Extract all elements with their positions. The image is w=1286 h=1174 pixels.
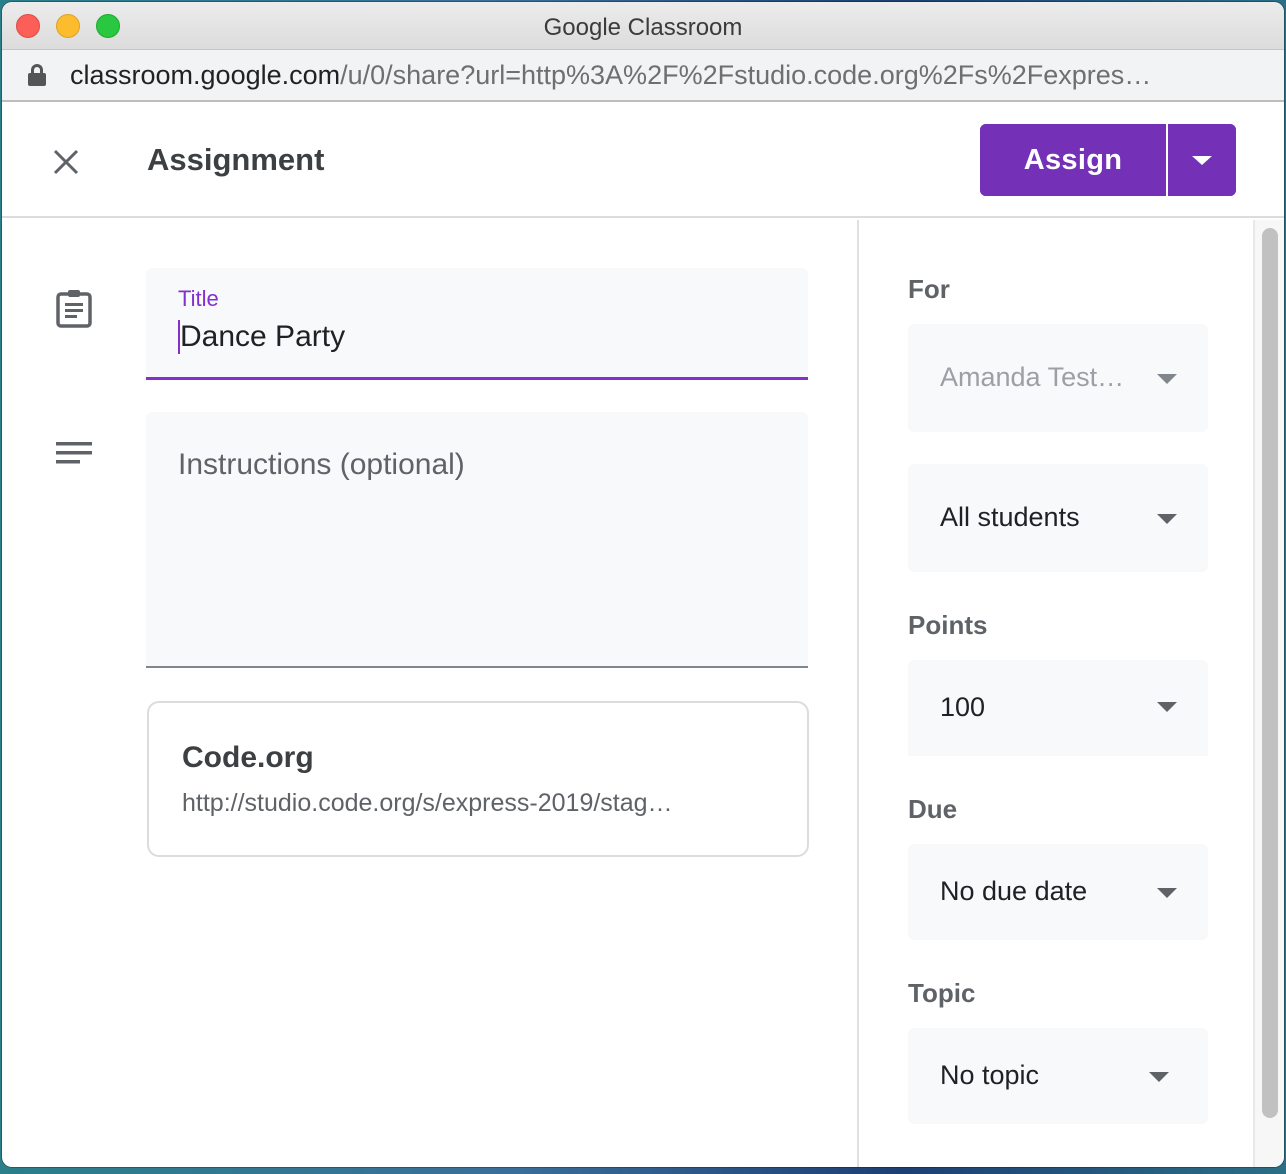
students-select-value: All students <box>940 502 1080 532</box>
assign-split-button: Assign <box>980 124 1236 196</box>
caret-down-icon <box>1157 888 1177 898</box>
caret-down-icon <box>1157 702 1177 712</box>
address-bar[interactable]: classroom.google.com/u/0/share?url=http%… <box>2 50 1284 102</box>
for-label: For <box>908 274 950 304</box>
class-select-value: Amanda Test… <box>940 362 1125 392</box>
instructions-placeholder: Instructions (optional) <box>178 448 465 481</box>
points-select[interactable]: 100 <box>908 660 1208 756</box>
students-select[interactable]: All students <box>908 464 1208 572</box>
points-label: Points <box>908 610 988 640</box>
due-date-select-value: No due date <box>940 876 1088 906</box>
points-select-value: 100 <box>940 692 986 722</box>
attachment-url: http://studio.code.org/s/express-2019/st… <box>182 789 673 817</box>
assign-button[interactable]: Assign <box>980 124 1166 196</box>
due-label: Due <box>908 794 958 824</box>
url-host: classroom.google.com <box>70 59 341 90</box>
scrollbar-thumb[interactable] <box>1262 228 1278 1118</box>
description-lines-icon <box>56 442 92 464</box>
caret-down-icon <box>1157 514 1177 524</box>
url-text[interactable]: classroom.google.com/u/0/share?url=http%… <box>70 60 1250 91</box>
caret-down-icon <box>1149 1072 1169 1082</box>
caret-down-icon <box>1157 374 1177 384</box>
close-button[interactable] <box>46 142 86 182</box>
dialog-header: Assignment Assign <box>2 102 1284 218</box>
assign-options-button[interactable] <box>1168 124 1236 196</box>
attachment-card[interactable]: Code.org http://studio.code.org/s/expres… <box>147 701 809 857</box>
assignment-main-panel: Title Dance Party Instructions (optional… <box>2 220 857 1167</box>
instructions-input[interactable]: Instructions (optional) <box>146 412 808 668</box>
title-value[interactable]: Dance Party <box>178 320 345 354</box>
title-bar: Google Classroom <box>2 2 1284 50</box>
title-label: Title <box>178 286 219 311</box>
class-select[interactable]: Amanda Test… <box>908 324 1208 432</box>
window-title: Google Classroom <box>543 14 743 41</box>
topic-select-value: No topic <box>940 1060 1040 1090</box>
page-title: Assignment <box>147 142 325 177</box>
due-date-select[interactable]: No due date <box>908 844 1208 940</box>
topic-select[interactable]: No topic <box>908 1028 1208 1124</box>
lock-icon <box>28 64 46 86</box>
scrollbar[interactable] <box>1255 220 1284 1167</box>
assignment-settings-panel: For Amanda Test… All students Points 100… <box>857 220 1255 1167</box>
browser-window: Google Classroom classroom.google.com/u/… <box>2 2 1284 1167</box>
title-input[interactable]: Title Dance Party <box>146 268 808 380</box>
close-icon <box>53 149 79 175</box>
topic-label: Topic <box>908 978 976 1008</box>
caret-down-icon <box>1192 155 1212 165</box>
assignment-clipboard-icon <box>56 290 92 328</box>
url-path: /u/0/share?url=http%3A%2F%2Fstudio.code.… <box>340 59 1152 90</box>
attachment-title: Code.org <box>182 741 314 774</box>
